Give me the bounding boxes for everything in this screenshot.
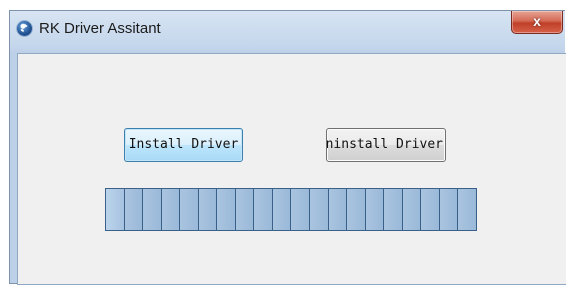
uninstall-driver-button[interactable]: Uninstall Driver	[326, 128, 446, 162]
uninstall-driver-label: Uninstall Driver	[326, 137, 443, 152]
app-icon	[17, 21, 32, 36]
client-area: Install Driver Uninstall Driver	[17, 53, 566, 285]
progress-segment	[365, 189, 385, 230]
progress-segment	[384, 189, 403, 230]
progress-segment	[272, 189, 292, 230]
close-button[interactable]: x	[511, 11, 563, 34]
progress-segment	[347, 189, 366, 230]
progress-segment	[439, 189, 459, 230]
progress-segment	[458, 189, 476, 230]
install-driver-button[interactable]: Install Driver	[124, 128, 243, 162]
window-title: RK Driver Assitant	[39, 20, 161, 37]
progress-segment	[106, 189, 125, 230]
progress-segment	[328, 189, 348, 230]
title-bar[interactable]: RK Driver Assitant x	[10, 11, 565, 47]
progress-segment	[421, 189, 440, 230]
progress-segment	[217, 189, 236, 230]
progress-segment	[198, 189, 218, 230]
progress-segment	[161, 189, 181, 230]
progress-segment	[124, 189, 144, 230]
progress-segment	[235, 189, 255, 230]
app-window: RK Driver Assitant x Install Driver Unin…	[9, 10, 566, 285]
close-icon: x	[533, 13, 541, 29]
progress-bar	[105, 188, 477, 231]
progress-segment	[254, 189, 273, 230]
progress-segment	[310, 189, 329, 230]
progress-segment	[291, 189, 311, 230]
progress-segment	[180, 189, 199, 230]
progress-segment	[402, 189, 422, 230]
progress-segment	[143, 189, 162, 230]
